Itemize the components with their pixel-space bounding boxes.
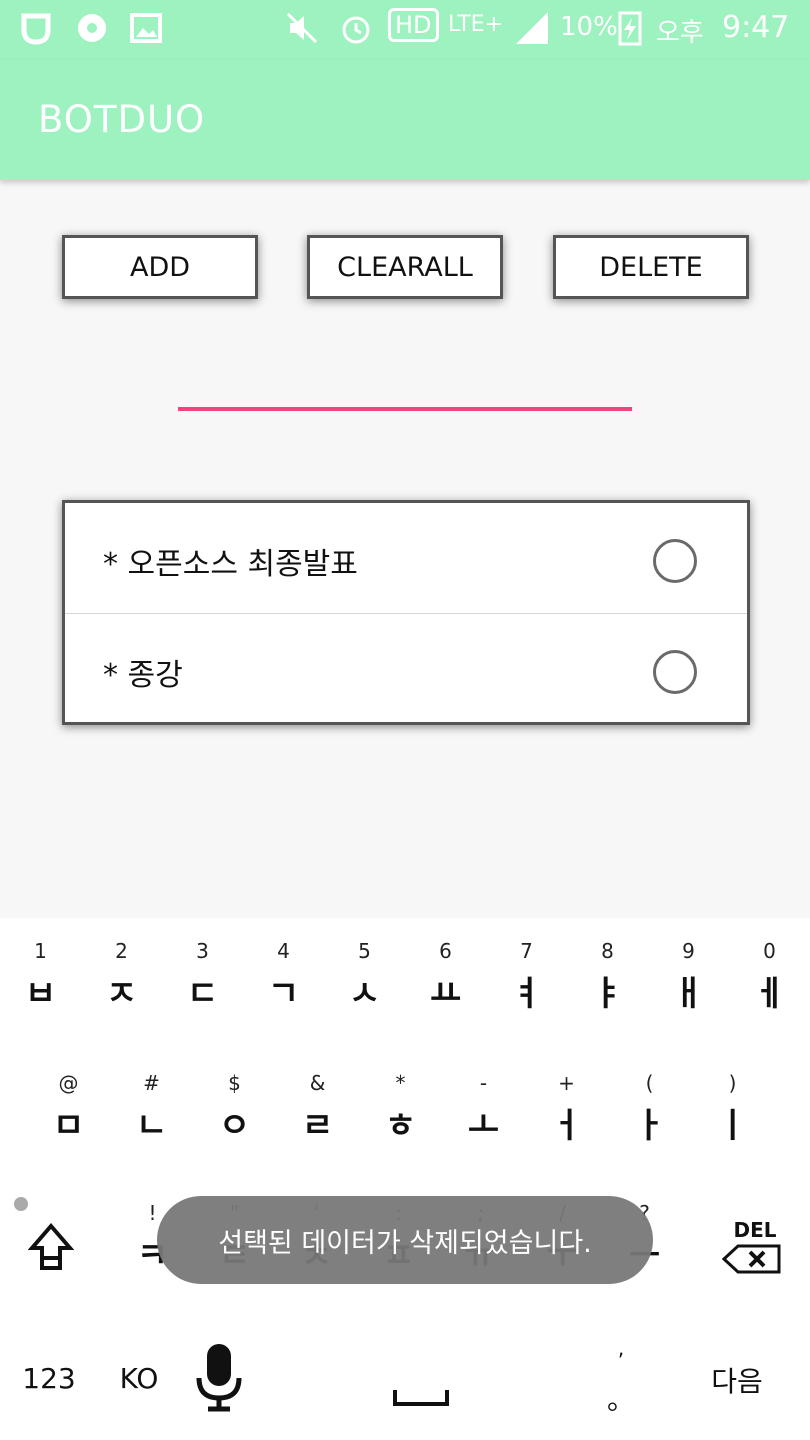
comma-key[interactable]: , — [606, 1336, 636, 1360]
app-title: BOTDUO — [38, 98, 206, 141]
key-hint: # — [143, 1071, 160, 1095]
image-notification-icon — [130, 13, 162, 43]
key-hint: $ — [228, 1071, 241, 1095]
list-item-label: * 오픈소스 최종발표 — [103, 547, 358, 582]
list-item-radio[interactable] — [653, 539, 697, 583]
key-label: ㅈ — [105, 974, 138, 1014]
key-hint: ) — [728, 1071, 737, 1095]
app-bar: BOTDUO — [0, 60, 810, 180]
keyboard-key[interactable]: 1ㅂ — [0, 938, 81, 1014]
keyboard-key[interactable]: 9ㅐ — [648, 938, 729, 1014]
keyboard-key[interactable]: (ㅏ — [609, 1070, 690, 1146]
key-hint: 5 — [358, 939, 371, 963]
network-type-label: LTE+ — [448, 12, 503, 37]
settings-notification-icon — [78, 14, 106, 42]
list-item[interactable]: * 종강 — [65, 613, 747, 723]
key-label: ㅇ — [218, 1106, 251, 1146]
keyboard-key[interactable]: -ㅗ — [443, 1070, 524, 1146]
toast-message: 선택된 데이터가 삭제되었습니다. — [157, 1196, 653, 1284]
key-hint: 0 — [763, 939, 776, 963]
status-bar: HD LTE+ 10% 오후 9:47 — [0, 0, 810, 60]
key-label: ㅗ — [467, 1106, 500, 1146]
keyboard-indicator-dot — [14, 1197, 28, 1211]
hd-icon: HD — [388, 8, 439, 42]
key-label: ㅛ — [429, 974, 462, 1014]
key-label: ㅕ — [510, 974, 543, 1014]
key-hint: 6 — [439, 939, 452, 963]
key-hint: ( — [645, 1071, 654, 1095]
microphone-icon[interactable] — [196, 1342, 242, 1414]
keyboard-key[interactable]: 3ㄷ — [162, 938, 243, 1014]
key-hint: * — [395, 1071, 406, 1095]
key-hint: 3 — [196, 939, 209, 963]
language-key[interactable]: KO — [112, 1362, 166, 1395]
key-label: ㄹ — [301, 1106, 334, 1146]
keyboard-key[interactable]: ) ㅣ — [692, 1070, 773, 1146]
battery-percent: 10% — [560, 12, 618, 42]
key-label: ㅅ — [348, 974, 381, 1014]
backspace-icon[interactable] — [722, 1244, 782, 1274]
key-label: ㅑ — [591, 974, 624, 1014]
del-label: DEL — [733, 1218, 777, 1242]
key-hint: 2 — [115, 939, 128, 963]
keyboard-key[interactable]: 7ㅕ — [486, 938, 567, 1014]
clock: 9:47 — [722, 10, 790, 45]
delete-button[interactable]: DELETE — [553, 235, 749, 299]
key-label: ㅓ — [550, 1106, 583, 1146]
key-hint: 9 — [682, 939, 695, 963]
list-item-radio[interactable] — [653, 650, 697, 694]
key-hint: & — [309, 1071, 326, 1095]
list-item[interactable]: * 오픈소스 최종발표 — [65, 503, 747, 613]
key-label: ㅂ — [24, 974, 57, 1014]
list-item-label: * 종강 — [103, 658, 183, 693]
app-notification-icon — [21, 13, 51, 45]
key-hint: 8 — [601, 939, 614, 963]
battery-charging-icon — [618, 11, 642, 46]
mute-icon — [286, 12, 318, 44]
key-label: ㅎ — [384, 1106, 417, 1146]
keyboard-key[interactable]: @ ㅁ — [28, 1070, 109, 1146]
todo-list: * 오픈소스 최종발표 * 종강 — [62, 500, 750, 725]
key-label: ㅁ — [52, 1106, 85, 1146]
keyboard-key[interactable]: $ ㅇ — [194, 1070, 275, 1146]
key-hint: @ — [58, 1071, 79, 1095]
space-bar-icon[interactable] — [392, 1388, 450, 1408]
time-period: 오후 — [656, 18, 704, 48]
numbers-key[interactable]: 123 — [22, 1362, 76, 1395]
clear-all-button[interactable]: CLEARALL — [307, 235, 503, 299]
key-hint: 4 — [277, 939, 290, 963]
key-label: ㄴ — [135, 1106, 168, 1146]
keyboard-key[interactable]: # ㄴ — [111, 1070, 192, 1146]
key-label: ㅏ — [633, 1106, 666, 1146]
key-label: ㅔ — [753, 974, 786, 1014]
keyboard-key[interactable]: 8ㅑ — [567, 938, 648, 1014]
key-hint: 7 — [520, 939, 533, 963]
todo-input[interactable] — [178, 407, 632, 411]
period-key[interactable]: 。 — [606, 1378, 636, 1418]
keyboard-key[interactable]: 0ㅔ — [729, 938, 810, 1014]
shift-icon[interactable] — [28, 1222, 74, 1272]
key-hint: + — [558, 1071, 575, 1095]
add-button[interactable]: ADD — [62, 235, 258, 299]
key-hint: 1 — [34, 939, 47, 963]
keyboard-key[interactable]: 4ㄱ — [243, 938, 324, 1014]
key-label: ㄷ — [186, 974, 219, 1014]
key-label: ㄱ — [267, 974, 300, 1014]
signal-icon — [516, 12, 548, 44]
keyboard-key[interactable]: 5ㅅ — [324, 938, 405, 1014]
keyboard-key[interactable]: 2ㅈ — [81, 938, 162, 1014]
keyboard-key[interactable]: & ㄹ — [277, 1070, 358, 1146]
keyboard-key[interactable]: 6ㅛ — [405, 938, 486, 1014]
soft-keyboard: 1ㅂ2ㅈ3ㄷ4ㄱ5ㅅ6ㅛ7ㅕ8ㅑ9ㅐ0ㅔ @ ㅁ # ㄴ $ ㅇ & ㄹ * ㅎ - ㅗ + ㅓ(ㅏ) ㅣ … — [0, 918, 810, 1440]
next-key[interactable]: 다음 — [700, 1360, 774, 1400]
key-hint: - — [479, 1071, 488, 1095]
keyboard-key[interactable]: * ㅎ — [360, 1070, 441, 1146]
keyboard-key[interactable]: + ㅓ — [526, 1070, 607, 1146]
key-label: ㅐ — [672, 974, 705, 1014]
alarm-icon — [342, 16, 370, 44]
key-label: ㅣ — [716, 1106, 749, 1146]
